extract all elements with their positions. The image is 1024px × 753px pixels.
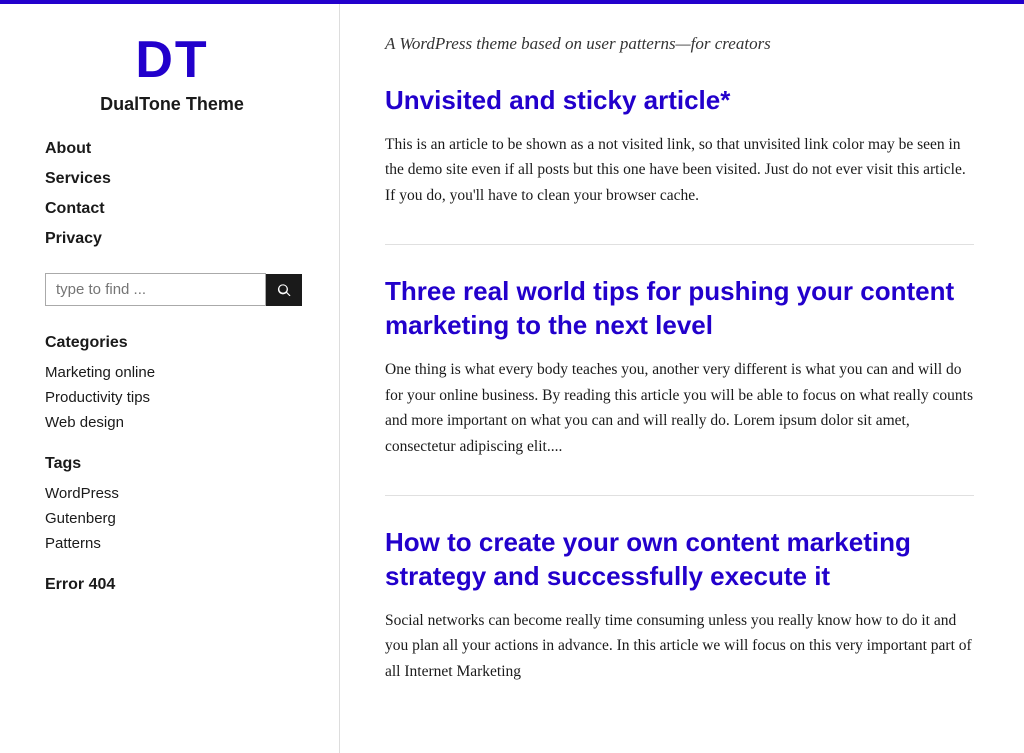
site-title: DualTone Theme: [45, 94, 299, 115]
nav-item-about[interactable]: About: [45, 140, 299, 158]
tags-list: WordPress Gutenberg Patterns: [45, 485, 299, 552]
site-tagline: A WordPress theme based on user patterns…: [385, 34, 974, 54]
site-logo: DT: [45, 34, 299, 86]
error-404-label: Error 404: [45, 576, 299, 594]
category-productivity-tips[interactable]: Productivity tips: [45, 389, 299, 406]
list-item: Marketing online: [45, 364, 299, 381]
tag-patterns[interactable]: Patterns: [45, 535, 299, 552]
divider-1: [385, 244, 974, 245]
logo-d: D: [135, 31, 175, 89]
category-web-design[interactable]: Web design: [45, 414, 299, 431]
main-nav: About Services Contact Privacy: [45, 140, 299, 248]
article-1: Three real world tips for pushing your c…: [385, 275, 974, 459]
search-icon: [276, 282, 292, 298]
categories-list: Marketing online Productivity tips Web d…: [45, 364, 299, 431]
logo-t: T: [175, 31, 209, 89]
article-excerpt-2: Social networks can become really time c…: [385, 608, 974, 685]
categories-title: Categories: [45, 334, 299, 352]
tag-gutenberg[interactable]: Gutenberg: [45, 510, 299, 527]
divider-2: [385, 495, 974, 496]
article-0: Unvisited and sticky article* This is an…: [385, 84, 974, 208]
article-excerpt-1: One thing is what every body teaches you…: [385, 357, 974, 459]
article-title-0[interactable]: Unvisited and sticky article*: [385, 84, 974, 118]
list-item: Patterns: [45, 535, 299, 552]
site-logo-area: DT DualTone Theme: [45, 34, 299, 115]
list-item: Gutenberg: [45, 510, 299, 527]
article-title-2[interactable]: How to create your own content marketing…: [385, 526, 974, 594]
search-input[interactable]: [45, 273, 266, 306]
list-item: WordPress: [45, 485, 299, 502]
category-marketing-online[interactable]: Marketing online: [45, 364, 299, 381]
main-content: A WordPress theme based on user patterns…: [340, 4, 1024, 753]
tags-title: Tags: [45, 455, 299, 473]
nav-item-contact[interactable]: Contact: [45, 200, 299, 218]
tag-wordpress[interactable]: WordPress: [45, 485, 299, 502]
search-button[interactable]: [266, 274, 302, 306]
sidebar: DT DualTone Theme About Services Contact…: [0, 4, 340, 753]
article-2: How to create your own content marketing…: [385, 526, 974, 684]
nav-item-services[interactable]: Services: [45, 170, 299, 188]
article-title-1[interactable]: Three real world tips for pushing your c…: [385, 275, 974, 343]
article-excerpt-0: This is an article to be shown as a not …: [385, 132, 974, 209]
nav-item-privacy[interactable]: Privacy: [45, 230, 299, 248]
list-item: Productivity tips: [45, 389, 299, 406]
search-area: [45, 273, 299, 306]
list-item: Web design: [45, 414, 299, 431]
